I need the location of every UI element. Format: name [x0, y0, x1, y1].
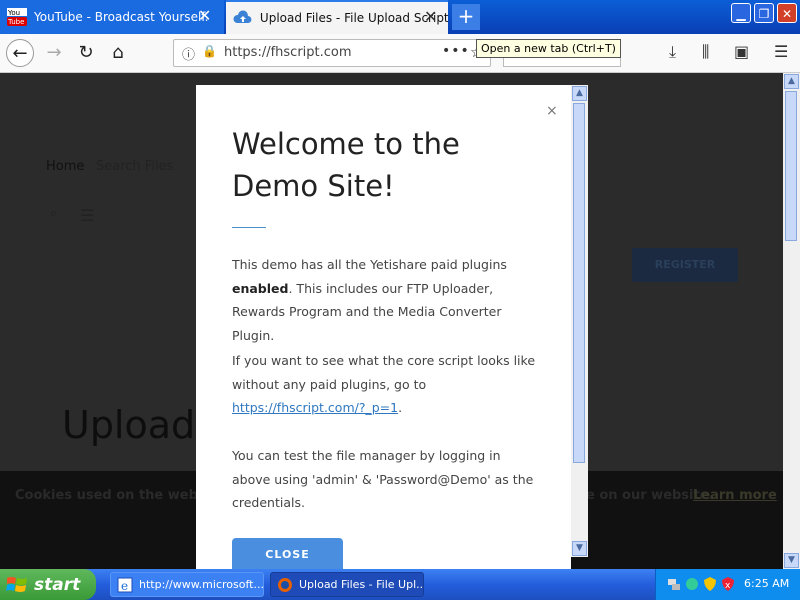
- hero-heading: Upload,: [62, 403, 208, 447]
- back-button[interactable]: ←: [6, 39, 34, 67]
- modal-close-icon[interactable]: ×: [546, 103, 558, 119]
- window-close-button[interactable]: ✕: [777, 3, 797, 23]
- network-icon[interactable]: [666, 576, 682, 592]
- reload-button[interactable]: ↻: [72, 39, 100, 67]
- start-button[interactable]: start: [0, 569, 96, 600]
- nav-bar: ← → ↻ ⌂ ⓘ 🔒 https://fhscript.com ••• ☆ →…: [0, 34, 800, 73]
- windows-logo-icon: [6, 576, 27, 592]
- scroll-up-icon[interactable]: ▲: [784, 74, 799, 89]
- svg-text:Tube: Tube: [7, 18, 24, 26]
- maximize-button[interactable]: ❐: [754, 3, 774, 23]
- page-scrollbar[interactable]: ▲ ▼: [783, 73, 800, 569]
- register-button[interactable]: REGISTER: [632, 248, 738, 282]
- security-alert-icon[interactable]: x: [720, 576, 736, 592]
- youtube-icon: You Tube: [7, 8, 27, 26]
- clock: 6:25 AM: [744, 577, 790, 590]
- page-content: Home Search Files ⌕ ☰ REGISTER Upload, C…: [0, 73, 783, 569]
- new-tab-tooltip: Open a new tab (Ctrl+T): [476, 39, 621, 58]
- p1-prefix: This demo has all the Yetishare paid plu…: [232, 257, 507, 272]
- svg-text:e: e: [121, 579, 128, 593]
- taskbar-item-label: Upload Files - File Upl...: [299, 578, 424, 591]
- library-icon[interactable]: ⫼: [702, 42, 709, 62]
- firefox-icon: [278, 577, 292, 592]
- system-tray: x 6:25 AM: [655, 569, 800, 600]
- new-tab-button[interactable]: +: [452, 4, 480, 30]
- info-icon[interactable]: ⓘ: [182, 44, 195, 63]
- welcome-modal: × Welcome to the Demo Site! This demo ha…: [196, 85, 571, 569]
- tab-label: Upload Files - File Upload Script: [259, 11, 448, 25]
- modal-title: Welcome to the Demo Site!: [232, 127, 460, 203]
- sidebar-icon[interactable]: ▣: [734, 42, 749, 61]
- more-actions-icon[interactable]: •••: [442, 43, 470, 59]
- modal-close-button[interactable]: CLOSE: [232, 538, 343, 569]
- cloud-upload-icon: [233, 10, 252, 23]
- taskbar-item-label: http://www.microsoft...: [139, 578, 264, 591]
- breadcrumb-search-files[interactable]: Search Files: [96, 159, 173, 174]
- tab-upload-files[interactable]: Upload Files - File Upload Script ✕: [226, 0, 448, 34]
- svg-text:You: You: [7, 9, 20, 17]
- modal-paragraph: You can test the file manager by logging…: [232, 448, 534, 510]
- taskbar-item-firefox[interactable]: Upload Files - File Upl...: [270, 572, 424, 597]
- scroll-up-icon[interactable]: ▲: [572, 86, 587, 101]
- modal-paragraph: This demo has all the Yetishare paid plu…: [232, 253, 537, 347]
- menu-icon[interactable]: ☰: [774, 42, 788, 61]
- lock-icon[interactable]: 🔒: [202, 44, 217, 58]
- start-label: start: [34, 574, 81, 595]
- modal-paragraph: If you want to see what the core script …: [232, 349, 537, 420]
- scroll-down-icon[interactable]: ▼: [784, 553, 799, 568]
- tab-strip: You Tube YouTube - Broadcast Yourself. ✕…: [0, 0, 800, 34]
- tab-close-icon[interactable]: ✕: [424, 9, 437, 25]
- security-shield-icon[interactable]: [702, 576, 718, 592]
- modal-scrollbar[interactable]: ▲ ▼: [571, 85, 588, 557]
- url-bar[interactable]: ⓘ 🔒 https://fhscript.com ••• ☆: [173, 39, 491, 67]
- p2-prefix: If you want to see what the core script …: [232, 353, 536, 392]
- search-icon[interactable]: ⌕: [50, 206, 57, 221]
- minimize-button[interactable]: ▁: [731, 3, 751, 23]
- update-icon[interactable]: [684, 576, 700, 592]
- p2-suffix: .: [398, 400, 403, 415]
- download-icon[interactable]: ⤓: [669, 42, 676, 62]
- svg-text:x: x: [725, 581, 731, 591]
- taskbar-item-ie[interactable]: e http://www.microsoft...: [110, 572, 264, 597]
- scroll-down-icon[interactable]: ▼: [572, 541, 587, 556]
- p1-bold: enabled: [232, 280, 289, 296]
- modal-divider: [232, 227, 266, 228]
- breadcrumb-home[interactable]: Home: [46, 159, 84, 174]
- url-text[interactable]: https://fhscript.com: [224, 45, 352, 60]
- forward-button[interactable]: →: [40, 39, 68, 67]
- core-script-link[interactable]: https://fhscript.com/?_p=1: [232, 400, 398, 415]
- ie-icon: e: [117, 577, 133, 593]
- scroll-thumb[interactable]: [573, 103, 585, 463]
- cookie-text: Cookies used on the website: [15, 488, 226, 503]
- tab-youtube[interactable]: You Tube YouTube - Broadcast Yourself. ✕: [0, 0, 224, 34]
- cookie-learn-more-link[interactable]: Learn more: [693, 488, 777, 503]
- tab-label: YouTube - Broadcast Yourself.: [34, 10, 209, 24]
- tab-close-icon[interactable]: ✕: [198, 8, 211, 24]
- taskbar: start e http://www.microsoft... Upload F…: [0, 569, 800, 600]
- scroll-thumb[interactable]: [785, 91, 797, 241]
- home-button[interactable]: ⌂: [104, 39, 132, 67]
- hamburger-icon[interactable]: ☰: [80, 206, 94, 225]
